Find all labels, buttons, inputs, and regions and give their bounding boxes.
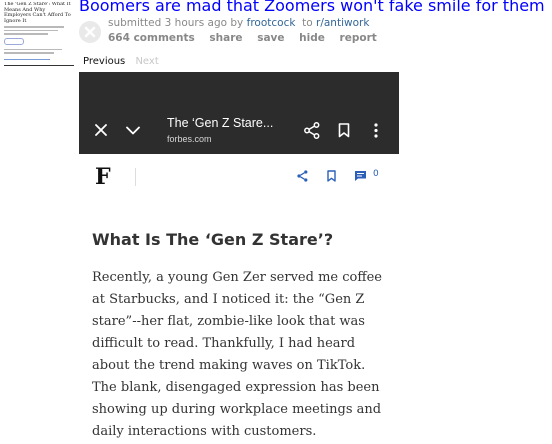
thumbnail-line	[4, 52, 54, 54]
thumbnail-button	[4, 37, 24, 45]
post-thumbnail[interactable]: The 'Gen Z Stare': What It Means And Why…	[4, 2, 74, 66]
thumbnail-title: The 'Gen Z Stare': What It Means And Why…	[4, 2, 71, 24]
submitted-label: submitted	[108, 17, 162, 29]
share-icon	[304, 122, 320, 139]
site-header: F 0	[79, 154, 399, 198]
close-x-glyph	[84, 26, 96, 38]
save-button[interactable]: save	[257, 32, 284, 44]
chevron-down-icon	[126, 126, 140, 135]
post-title-link[interactable]: Boomers are mad that Zoomers won't fake …	[79, 0, 545, 15]
close-icon[interactable]	[79, 21, 101, 43]
share-button[interactable]: share	[209, 32, 242, 44]
comments-button[interactable]: 664 comments	[108, 32, 195, 44]
browser-top-bar: The ‘Gen Z Stare... forbes.com	[79, 72, 399, 154]
bookmark-icon	[338, 123, 350, 138]
more-vertical-icon	[374, 123, 378, 138]
thumbnail-line	[4, 48, 62, 50]
to-label: to	[302, 17, 313, 29]
browser-domain: forbes.com	[167, 134, 212, 144]
close-icon	[95, 124, 107, 136]
post-age: 3 hours ago	[164, 17, 228, 29]
next-button: Next	[135, 56, 159, 67]
article-body: Recently, a young Gen Zer served me coff…	[92, 270, 382, 439]
comment-icon	[355, 171, 366, 181]
header-divider	[135, 168, 136, 186]
thumbnail-divider	[4, 65, 74, 66]
bookmark-icon	[327, 170, 336, 182]
article-heading: What Is The ‘Gen Z Stare’?	[92, 230, 334, 249]
previous-button[interactable]: Previous	[83, 56, 125, 67]
gallery-pager: Previous Next	[83, 56, 159, 67]
thumbnail-line	[4, 29, 58, 31]
share-icon	[297, 170, 308, 182]
hide-button[interactable]: hide	[299, 32, 325, 44]
comment-count: 0	[373, 169, 379, 179]
site-logo: F	[95, 164, 111, 190]
embedded-screenshot[interactable]: The ‘Gen Z Stare... forbes.com F 0 What …	[79, 72, 399, 444]
post-tagline: submitted 3 hours ago by frootcock to r/…	[108, 17, 369, 29]
thumbnail-line	[4, 33, 48, 35]
subreddit-link[interactable]: r/antiwork	[316, 17, 369, 29]
thumbnail-line	[4, 26, 64, 28]
browser-page-title: The ‘Gen Z Stare...	[167, 116, 274, 130]
author-link[interactable]: frootcock	[247, 17, 296, 29]
thumbnail-line	[4, 58, 50, 60]
by-label: by	[230, 17, 244, 29]
post-buttons: 664 comments share save hide report	[108, 32, 388, 44]
report-button[interactable]: report	[340, 32, 377, 44]
